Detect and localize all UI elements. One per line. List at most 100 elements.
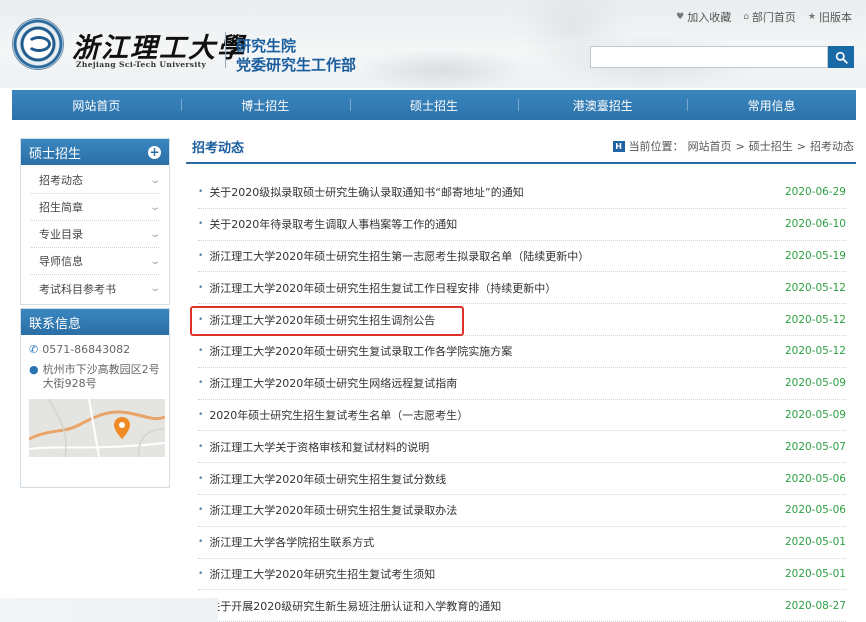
news-item-title-wrap: • 浙江理工大学2020年硕士研究生招生复试分数线 <box>198 471 777 487</box>
bullet-icon: • <box>198 409 204 420</box>
bullet-icon: • <box>198 187 204 198</box>
university-name-en: Zhejiang Sci-Tech University <box>76 60 207 69</box>
chevron-down-icon: ⌄ <box>148 283 161 294</box>
bullet-icon: • <box>198 568 204 579</box>
news-item-date: 2020-08-27 <box>784 599 846 612</box>
news-item-date: 2020-05-09 <box>784 377 846 390</box>
news-list: • 关于2020级拟录取硕士研究生确认录取通知书“邮寄地址”的通知 2020-06-… <box>186 164 856 622</box>
sidebar-item-label: 考试科目参考书 <box>39 282 116 296</box>
sidebar-item-admission-news[interactable]: 招考动态 ⌄ <box>31 167 161 194</box>
main-nav: 网站首页 博士招生 硕士招生 港澳臺招生 常用信息 <box>12 90 856 120</box>
search-button[interactable] <box>828 46 854 68</box>
old-version-link[interactable]: ★ 旧版本 <box>808 9 852 25</box>
news-item[interactable]: • 关于2020级拟录取硕士研究生确认录取通知书“邮寄地址”的通知 2020-06-… <box>198 177 846 209</box>
news-item[interactable]: •关于开展2020级研究生新生易班注册认证和入学教育的通知 2020-08-27 <box>198 590 846 622</box>
news-item-title[interactable]: 浙江理工大学2020年硕士研究生复试录取工作各学院实施方案 <box>209 343 777 359</box>
sidebar-item-supervisor-info[interactable]: 导师信息 ⌄ <box>31 248 161 275</box>
news-item-title-wrap: • 浙江理工大学2020年硕士研究生网络远程复试指南 <box>198 375 777 391</box>
news-item-title-wrap: • 关于2020年待录取考生调取人事档案等工作的通知 <box>198 216 777 232</box>
nav-item-home[interactable]: 网站首页 <box>12 90 181 120</box>
breadcrumb-item-master-admission[interactable]: 硕士招生 <box>749 138 793 154</box>
news-item[interactable]: • 关于2020年待录取考生调取人事档案等工作的通知 2020-06-10 <box>198 209 846 241</box>
bullet-icon: • <box>198 505 204 516</box>
search-input[interactable] <box>590 46 828 68</box>
news-item-title[interactable]: 浙江理工大学2020年研究生招生复试考生须知 <box>209 566 777 582</box>
breadcrumb-item-home[interactable]: 网站首页 <box>688 138 732 154</box>
search-icon <box>835 51 848 64</box>
nav-item-phd-admission[interactable]: 博士招生 <box>180 90 350 120</box>
university-emblem-icon[interactable] <box>12 18 64 70</box>
news-item-date: 2020-05-06 <box>784 472 846 485</box>
sidebar-menu-title: 硕士招生 <box>29 146 82 162</box>
top-links: ♥ 加入收藏 ⌂ 部门首页 ★ 旧版本 <box>676 9 852 25</box>
news-item-title[interactable]: 浙江理工大学2020年硕士研究生招生第一志愿考生拟录取名单（陆续更新中） <box>209 248 777 264</box>
bullet-icon: • <box>198 346 204 357</box>
chevron-down-icon: ⌄ <box>148 201 161 213</box>
news-item[interactable]: • 浙江理工大学2020年硕士研究生复试录取工作各学院实施方案 2020-05-12 <box>198 336 846 368</box>
news-item[interactable]: • 浙江理工大学2020年硕士研究生招生复试录取办法 2020-05-06 <box>198 495 846 527</box>
news-item[interactable]: • 浙江理工大学各学院招生联系方式 2020-05-01 <box>198 527 846 559</box>
department-name-line2: 党委研究生工作部 <box>236 56 357 74</box>
sidebar-item-major-catalog[interactable]: 专业目录 ⌄ <box>31 221 161 248</box>
breadcrumb-separator: > <box>796 139 806 153</box>
contact-info-header: 联系信息 <box>21 309 169 335</box>
news-item-date: 2020-06-29 <box>784 186 846 199</box>
bullet-icon: • <box>198 537 204 548</box>
expand-plus-icon[interactable]: + <box>148 145 161 159</box>
contact-info-body: ✆ 0571-86843082 ● 杭州市下沙高教园区2号大街928号 <box>21 335 169 467</box>
news-item-title[interactable]: 浙江理工大学2020年硕士研究生招生复试录取办法 <box>209 502 777 518</box>
news-item[interactable]: • 浙江理工大学2020年硕士研究生招生复试分数线 2020-05-06 <box>198 463 846 495</box>
news-item-title-wrap: • 浙江理工大学2020年硕士研究生招生复试录取办法 <box>198 502 777 518</box>
news-item-title-wrap: •关于开展2020级研究生新生易班注册认证和入学教育的通知 <box>198 598 777 614</box>
department-home-label: 部门首页 <box>751 11 796 24</box>
news-item-title-wrap: • 关于2020级拟录取硕士研究生确认录取通知书“邮寄地址”的通知 <box>198 184 777 200</box>
news-item-title[interactable]: 浙江理工大学2020年硕士研究生招生调剂公告 <box>209 312 777 328</box>
news-item[interactable]: • 浙江理工大学2020年研究生招生复试考生须知 2020-05-01 <box>198 559 846 591</box>
news-item-date: 2020-05-12 <box>784 313 846 326</box>
news-item-title[interactable]: 浙江理工大学关于资格审核和复试材料的说明 <box>209 439 777 455</box>
news-item-title-wrap: • 浙江理工大学关于资格审核和复试材料的说明 <box>198 439 777 455</box>
nav-item-hk-macau-taiwan-admission[interactable]: 港澳臺招生 <box>518 90 687 120</box>
news-item-date: 2020-06-10 <box>784 218 846 231</box>
news-item-title[interactable]: 关于开展2020级研究生新生易班注册认证和入学教育的通知 <box>209 598 777 614</box>
sidebar-item-admission-brochure[interactable]: 招生简章 ⌄ <box>31 194 161 221</box>
news-item-title[interactable]: 关于2020年待录取考生调取人事档案等工作的通知 <box>209 216 777 232</box>
news-item[interactable]: • 浙江理工大学2020年硕士研究生网络远程复试指南 2020-05-09 <box>198 368 846 400</box>
add-favorite-link[interactable]: ♥ 加入收藏 <box>676 9 731 25</box>
site-header: 浙江理工大學 Zhejiang Sci-Tech University 研究生院… <box>0 0 866 88</box>
news-item-title[interactable]: 2020年硕士研究生招生复试考生名单（一志愿考生） <box>209 407 777 423</box>
department-home-link[interactable]: ⌂ 部门首页 <box>743 9 796 25</box>
contact-info-panel: 联系信息 ✆ 0571-86843082 ● 杭州市下沙高教园区2号大街928号 <box>20 308 170 488</box>
map-graphic <box>29 399 165 457</box>
logo-divider <box>225 32 226 68</box>
news-item-title[interactable]: 浙江理工大学各学院招生联系方式 <box>209 534 777 550</box>
department-name-line1: 研究生院 <box>236 37 297 55</box>
sidebar-item-label: 导师信息 <box>39 255 83 268</box>
news-item-title-wrap: • 浙江理工大学2020年硕士研究生复试录取工作各学院实施方案 <box>198 343 777 359</box>
news-item-highlighted[interactable]: • 浙江理工大学2020年硕士研究生招生调剂公告 2020-05-12 <box>190 304 846 336</box>
news-item-title[interactable]: 浙江理工大学2020年硕士研究生招生复试分数线 <box>209 471 777 487</box>
news-item-title[interactable]: 浙江理工大学2020年硕士研究生网络远程复试指南 <box>209 375 777 391</box>
contact-info-title: 联系信息 <box>29 316 82 332</box>
bullet-icon: • <box>198 282 204 293</box>
news-item[interactable]: • 浙江理工大学2020年硕士研究生招生复试工作日程安排（持续更新中） 2020-0… <box>198 272 846 305</box>
bullet-icon: • <box>198 441 204 452</box>
news-item-title[interactable]: 浙江理工大学2020年硕士研究生招生复试工作日程安排（持续更新中） <box>209 280 777 296</box>
breadcrumb-item-current[interactable]: 招考动态 <box>810 138 854 154</box>
news-item[interactable]: • 2020年硕士研究生招生复试考生名单（一志愿考生） 2020-05-09 <box>198 400 846 432</box>
news-item-date: 2020-05-01 <box>784 536 846 549</box>
home-square-icon: H <box>612 140 625 152</box>
news-item[interactable]: • 浙江理工大学2020年硕士研究生招生第一志愿考生拟录取名单（陆续更新中） 202… <box>198 241 846 273</box>
old-version-label: 旧版本 <box>819 11 852 24</box>
nav-item-common-info[interactable]: 常用信息 <box>687 90 856 120</box>
nav-item-master-admission[interactable]: 硕士招生 <box>349 90 519 120</box>
location-map-thumbnail[interactable] <box>29 399 165 457</box>
home-icon: ⌂ <box>743 12 749 22</box>
sidebar-item-exam-reference[interactable]: 考试科目参考书 ⌄ <box>31 275 161 302</box>
news-item-title-wrap: • 浙江理工大学2020年硕士研究生招生调剂公告 <box>198 312 777 328</box>
bullet-icon: • <box>198 250 204 261</box>
news-item-title[interactable]: 关于2020级拟录取硕士研究生确认录取通知书“邮寄地址”的通知 <box>209 184 777 200</box>
news-item[interactable]: • 浙江理工大学关于资格审核和复试材料的说明 2020-05-07 <box>198 431 846 464</box>
contact-address-value: 杭州市下沙高教园区2号大街928号 <box>42 363 160 390</box>
chevron-down-icon: ⌄ <box>148 255 161 267</box>
